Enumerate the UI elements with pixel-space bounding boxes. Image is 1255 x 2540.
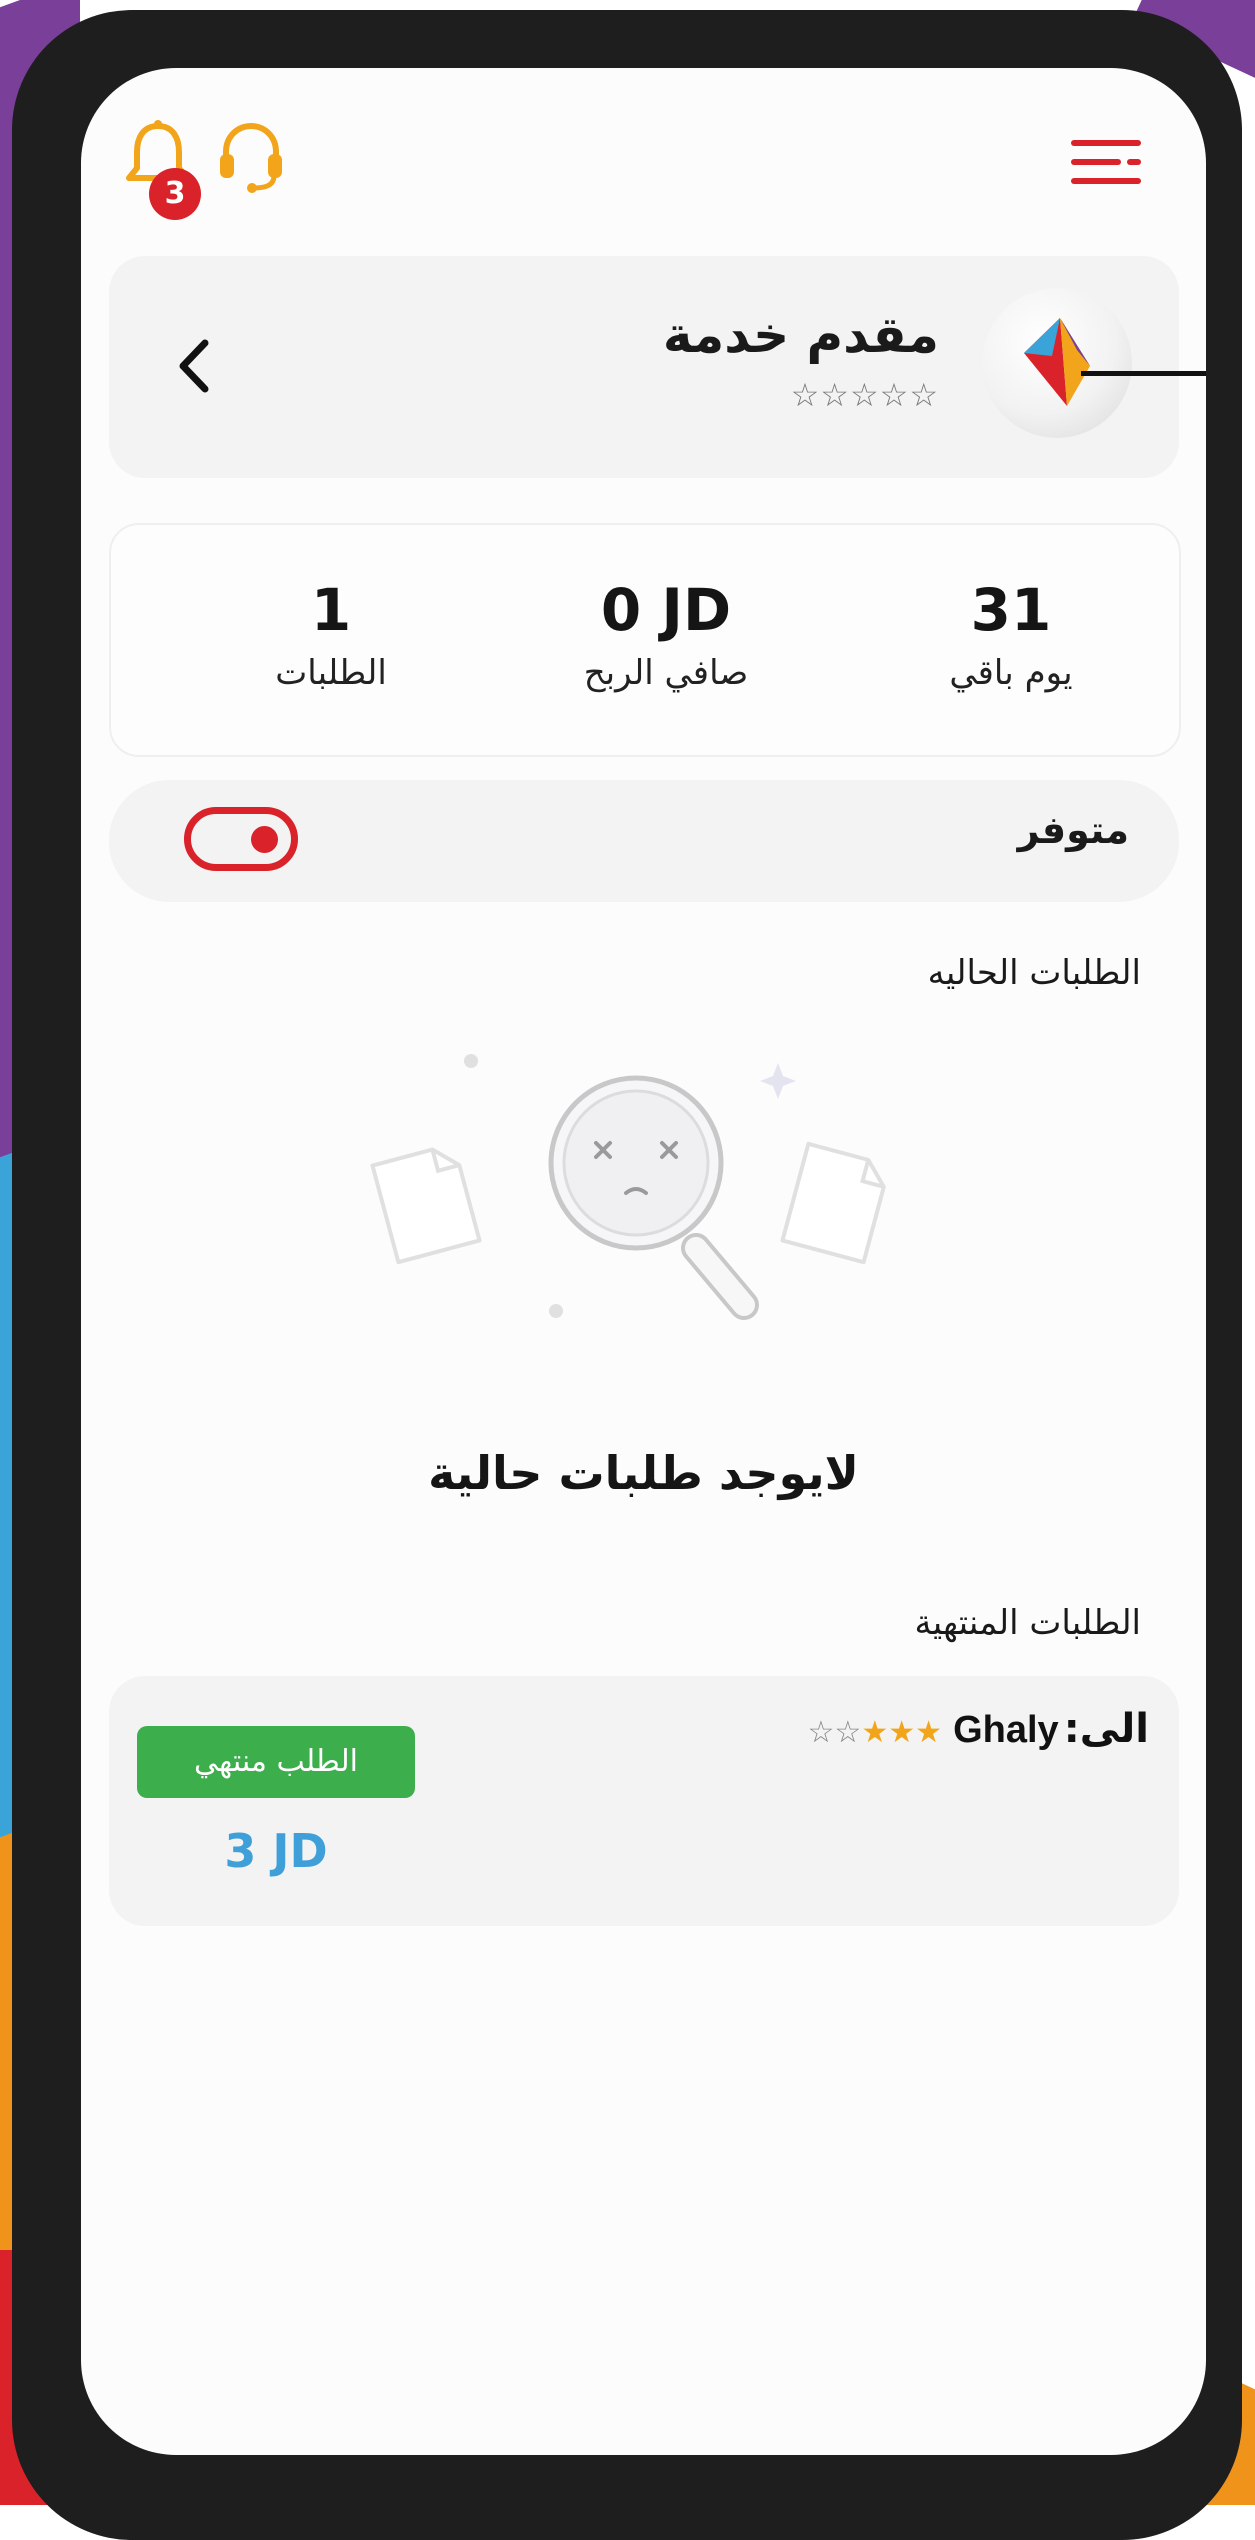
stat-orders: 1 الطلبات: [181, 575, 481, 693]
app-screen: 3 مقدم خدمة ☆☆☆☆☆ 31 يوم باقي 0 JD صافي …: [81, 68, 1206, 2455]
profile-pointer-line: [1081, 371, 1206, 376]
stat-days-label: يوم باقي: [949, 653, 1073, 693]
diamond-logo-icon: [1024, 318, 1090, 406]
order-to-label: الى:: [1063, 1706, 1149, 1752]
order-stars-empty: ☆☆: [807, 1715, 862, 1750]
stat-days-value: 31: [970, 576, 1052, 644]
stats-card: 31 يوم باقي 0 JD صافي الربح 1 الطلبات: [109, 523, 1181, 757]
finished-orders-title: الطلبات المنتهية: [914, 1603, 1141, 1643]
hamburger-menu-icon: [1071, 140, 1141, 184]
stat-net-profit: 0 JD صافي الربح: [516, 575, 816, 693]
stat-profit-value: 0 JD: [600, 576, 732, 644]
order-recipient: الى: Ghaly ☆☆★★★: [589, 1706, 1149, 1752]
magnifier-sad-icon: [370, 1054, 886, 1320]
headset-icon: [220, 122, 282, 193]
current-orders-title: الطلبات الحاليه: [927, 953, 1141, 993]
stat-days-remaining: 31 يوم باقي: [861, 575, 1161, 693]
menu-button[interactable]: [1071, 136, 1141, 188]
finished-order-card[interactable]: الى: Ghaly ☆☆★★★ الطلب منتهي 3 JD: [109, 1676, 1179, 1926]
notifications-button[interactable]: 3: [123, 118, 223, 228]
profile-card: مقدم خدمة ☆☆☆☆☆: [109, 256, 1179, 478]
chevron-left-icon: [179, 339, 209, 393]
provider-rating-stars: ☆☆☆☆☆: [790, 376, 939, 414]
order-rating-stars: ☆☆★★★: [808, 1715, 942, 1750]
toggle-knob: [251, 826, 278, 853]
availability-toggle[interactable]: [184, 807, 298, 871]
availability-card: متوفر: [109, 780, 1179, 902]
notification-badge: 3: [149, 168, 201, 220]
no-current-orders-text: لايوجد طلبات حالية: [428, 1446, 859, 1500]
provider-name: مقدم خدمة: [662, 306, 939, 364]
stat-orders-value: 1: [310, 576, 352, 644]
order-price: 3 JD: [224, 1824, 328, 1878]
order-customer-name: Ghaly: [953, 1709, 1059, 1751]
stat-profit-label: صافي الربح: [583, 653, 749, 693]
order-status-badge: الطلب منتهي: [137, 1726, 415, 1798]
order-stars-filled: ★★★: [861, 1715, 942, 1750]
back-button[interactable]: [169, 331, 219, 401]
stat-orders-label: الطلبات: [275, 653, 387, 693]
availability-label: متوفر: [1017, 808, 1129, 852]
support-button[interactable]: [216, 116, 286, 196]
provider-avatar: [982, 288, 1132, 438]
